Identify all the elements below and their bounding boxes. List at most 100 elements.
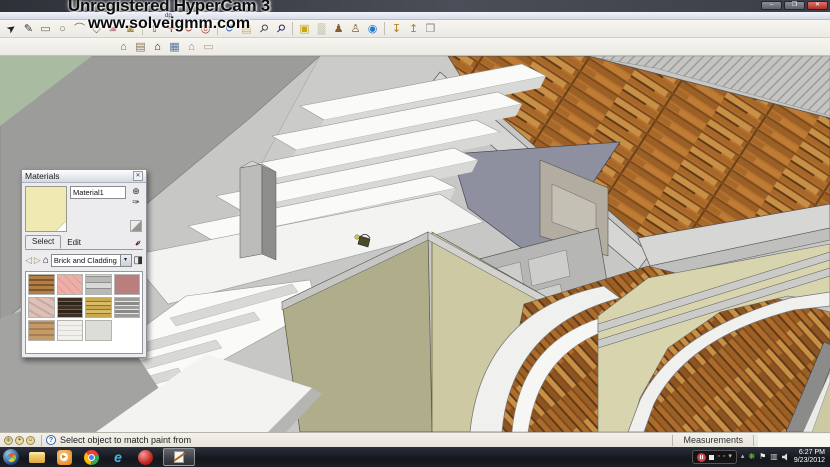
material-swatch[interactable] xyxy=(85,297,112,318)
windows-logo-icon xyxy=(7,453,16,462)
ie-icon: e xyxy=(114,450,122,464)
status-bar: ◍ ✦ ☺ ? Select object to match paint fro… xyxy=(0,432,830,447)
close-button[interactable]: ✕ xyxy=(807,1,828,10)
chrome-taskbar-icon[interactable] xyxy=(82,449,100,465)
material-preview-swatch[interactable] xyxy=(25,186,67,232)
stop-recording-icon[interactable] xyxy=(709,455,714,460)
iso-view-icon[interactable]: ⌂ xyxy=(115,39,132,55)
internet-explorer-taskbar-icon[interactable]: e xyxy=(109,449,127,465)
google-earth-icon[interactable]: ◉ xyxy=(364,21,381,37)
material-swatch[interactable] xyxy=(114,274,141,295)
eyedropper-icon[interactable]: ✒ xyxy=(133,237,146,250)
toolbar-separator xyxy=(384,22,385,35)
recorder-mini-icon[interactable]: ▫ xyxy=(717,453,719,461)
components-icon[interactable]: ❒ xyxy=(422,21,439,37)
back-arrow-icon[interactable]: ◁ xyxy=(25,255,32,266)
create-material-icon[interactable]: ⊕ xyxy=(132,186,140,196)
top-view-icon[interactable]: ▤ xyxy=(132,39,149,55)
start-button[interactable] xyxy=(3,449,19,465)
right-view-icon[interactable]: ▦ xyxy=(166,39,183,55)
sketchup-taskbar-button[interactable] xyxy=(163,448,195,466)
material-swatch[interactable] xyxy=(85,320,112,341)
volume-icon[interactable] xyxy=(782,453,790,461)
materials-panel-body: Material1 ⊕ ✑ Select Edit ✒ ◁ ▷ ⌂ Brick … xyxy=(22,183,146,356)
status-separator xyxy=(672,435,673,446)
material-swatch[interactable] xyxy=(57,320,84,341)
sketchup-icon xyxy=(174,451,184,463)
recorder-mini-icon[interactable]: ▾ xyxy=(728,453,732,461)
menu-strip: dp xyxy=(0,12,830,20)
push-pull-tool-icon[interactable]: ⇧ xyxy=(146,21,163,37)
document-title: dp xyxy=(165,12,172,20)
material-name-input[interactable]: Material1 xyxy=(70,186,126,199)
dropdown-arrow-icon[interactable]: ▾ xyxy=(120,255,131,266)
rotate-tool-icon[interactable]: ↻ xyxy=(180,21,197,37)
measurements-input[interactable] xyxy=(758,434,830,447)
default-material-sample[interactable] xyxy=(130,220,142,232)
photo-textures-icon[interactable]: ♟ xyxy=(330,21,347,37)
sketchup-window: – ❐ ✕ dp ➤ ✎ ▭ ○ ⌒ ◇ ▰ ◙ ⇧ ✛ ↻ ◎ ↺ ▤ ⚲ ⚲… xyxy=(0,0,830,467)
taskbar-clock[interactable]: 6:27 PM 9/23/2012 xyxy=(794,449,827,465)
add-location-icon[interactable]: ▣ xyxy=(296,21,313,37)
material-swatch[interactable] xyxy=(85,274,112,295)
display-pane-icon[interactable]: ✑ xyxy=(132,197,140,207)
material-swatch[interactable] xyxy=(28,274,55,295)
network-icon[interactable]: ▥ xyxy=(770,452,778,462)
back-view-icon[interactable]: ⌂ xyxy=(183,39,200,55)
rectangle-tool-icon[interactable]: ▭ xyxy=(37,21,54,37)
left-view-icon[interactable]: ▭ xyxy=(200,39,217,55)
paint-bucket-tool-icon[interactable]: ◙ xyxy=(122,21,139,37)
status-separator xyxy=(753,435,754,446)
help-icon[interactable]: ? xyxy=(46,435,56,445)
home-icon[interactable]: ⌂ xyxy=(43,255,49,266)
material-swatch[interactable] xyxy=(28,297,55,318)
polygon-tool-icon[interactable]: ◇ xyxy=(88,21,105,37)
record-pause-icon[interactable] xyxy=(697,453,706,462)
model-person-icon[interactable]: ♙ xyxy=(347,21,364,37)
minimize-button[interactable]: – xyxy=(761,1,782,10)
collection-dropdown[interactable]: Brick and Cladding ▾ xyxy=(51,254,132,267)
front-view-icon[interactable]: ⌂ xyxy=(149,39,166,55)
detail-pane-icon[interactable]: ◨ xyxy=(134,255,143,266)
taskbar: ▶ e ▫ ▫ ▾ ▴ ❋ ⚑ ▥ 6:27 PM 9/23/2012 xyxy=(0,447,830,467)
material-swatch[interactable] xyxy=(28,320,55,341)
toggle-terrain-icon[interactable]: ▒ xyxy=(313,21,330,37)
eraser-tool-icon[interactable]: ▰ xyxy=(105,21,122,37)
window-title-band: – ❐ ✕ xyxy=(0,0,830,12)
status-separator xyxy=(41,435,42,446)
get-models-icon[interactable]: ↧ xyxy=(388,21,405,37)
recording-controls[interactable]: ▫ ▫ ▾ xyxy=(692,450,736,464)
restore-button[interactable]: ❐ xyxy=(784,1,805,10)
material-swatch[interactable] xyxy=(57,274,84,295)
media-player-taskbar-icon[interactable]: ▶ xyxy=(55,449,73,465)
offset-tool-icon[interactable]: ◎ xyxy=(197,21,214,37)
material-swatch[interactable] xyxy=(114,297,141,318)
tab-select[interactable]: Select xyxy=(25,235,61,249)
recorder-taskbar-icon[interactable] xyxy=(136,449,154,465)
geolocation-status-icon[interactable]: ◍ xyxy=(4,436,13,445)
orbit-tool-icon[interactable]: ↺ xyxy=(221,21,238,37)
materials-tabs: Select Edit ✒ xyxy=(25,236,143,250)
arc-tool-icon[interactable]: ⌒ xyxy=(71,21,88,37)
circle-tool-icon[interactable]: ○ xyxy=(54,21,71,37)
green-tray-icon[interactable]: ❋ xyxy=(748,452,755,462)
signin-status-icon[interactable]: ☺ xyxy=(26,436,35,445)
action-center-flag-icon[interactable]: ⚑ xyxy=(759,452,766,462)
material-swatch[interactable] xyxy=(57,297,84,318)
toolbar-separator xyxy=(142,22,143,35)
materials-close-icon[interactable]: ✕ xyxy=(133,171,143,181)
tab-edit[interactable]: Edit xyxy=(61,237,87,249)
recorder-mini-icon[interactable]: ▫ xyxy=(723,453,725,461)
show-hidden-icons[interactable]: ▴ xyxy=(741,453,745,461)
materials-panel-titlebar[interactable]: Materials ✕ xyxy=(22,170,146,183)
line-tool-icon[interactable]: ✎ xyxy=(20,21,37,37)
credits-status-icon[interactable]: ✦ xyxy=(15,436,24,445)
materials-panel-title: Materials xyxy=(25,171,59,181)
move-tool-icon[interactable]: ✛ xyxy=(163,21,180,37)
media-player-icon: ▶ xyxy=(57,450,72,465)
explorer-taskbar-icon[interactable] xyxy=(28,449,46,465)
forward-arrow-icon[interactable]: ▷ xyxy=(34,255,41,266)
share-model-icon[interactable]: ↥ xyxy=(405,21,422,37)
newel-post-side xyxy=(262,164,276,260)
zoom-extents-tool-icon[interactable]: ⚲ xyxy=(269,17,292,40)
